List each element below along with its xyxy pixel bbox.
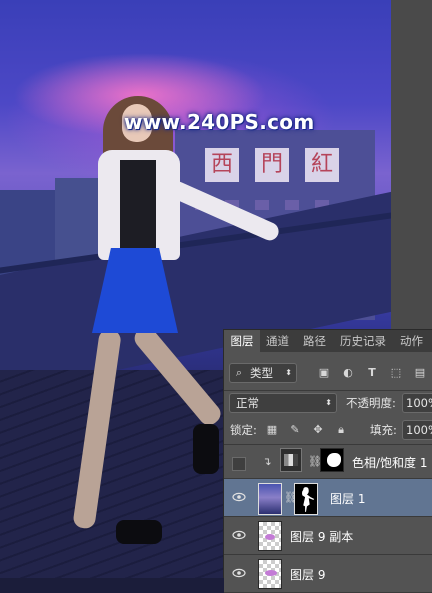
workspace-background [391,0,432,330]
layer-name: 图层 1 [330,492,366,506]
tab-paths[interactable]: 路径 [303,330,326,352]
sign-char: 西 [205,148,239,182]
clip-arrow-icon: ↴ [262,455,272,468]
filter-row: ⌕ 类型 ⬍ ▣ ◐ T ⬚ ▤ [224,363,432,385]
layer-row[interactable]: 图层 9 副本 [224,517,432,555]
shape-layer-filter-icon[interactable]: ⬚ [389,366,403,380]
hue-saturation-icon [280,448,302,472]
layer-name: 色相/饱和度 1 [352,456,428,470]
layer-mask-thumbnail [294,483,318,515]
blend-row: 正常 ⬍ 不透明度: 100% [224,393,432,415]
woman-shoe [193,424,219,474]
woman-top [120,160,156,250]
updown-arrows-icon: ⬍ [285,368,292,377]
tab-channels[interactable]: 通道 [266,330,289,352]
opacity-input[interactable]: 100% [402,393,432,413]
eye-icon[interactable] [232,491,246,503]
silhouette-icon [302,487,315,512]
tab-layers[interactable]: 图层 [224,330,260,352]
lock-transparent-pixels-icon[interactable]: ▦ [265,423,279,437]
sign-char: 門 [255,148,289,182]
layer-row[interactable]: ↴ ⛓︎ 色相/饱和度 1 [224,445,432,479]
watermark: www.240PS.com [124,110,315,134]
lock-image-pixels-icon[interactable]: ✎ [288,423,302,437]
sign-char: 紅 [305,148,339,182]
pixel-layer-filter-icon[interactable]: ▣ [317,366,331,380]
tab-history[interactable]: 历史记录 [340,330,386,352]
smart-object-filter-icon[interactable]: ▤ [413,366,427,380]
woman-shoe [116,520,162,544]
blend-mode-value: 正常 [236,396,259,410]
layer-mask-thumbnail [320,448,344,472]
filter-type-select[interactable]: ⌕ 类型 ⬍ [229,363,297,383]
layer-name: 图层 9 [290,568,326,582]
layer-thumbnail [258,559,282,589]
panel-tab-bar: 图层 通道 路径 历史记录 动作 [224,330,432,352]
eye-icon[interactable] [232,567,246,579]
eye-icon[interactable] [232,529,246,541]
layer-row[interactable]: 图层 9 [224,555,432,593]
tab-actions[interactable]: 动作 [400,330,423,352]
lock-position-icon[interactable]: ✥ [311,423,325,437]
fill-input[interactable]: 100% [402,420,432,440]
lock-all-icon[interactable]: 🔒︎ [334,423,348,437]
visibility-toggle-off[interactable] [232,457,246,471]
fill-label: 填充: [370,423,397,437]
layer-row[interactable]: ⛓︎ 图层 1 [224,479,432,517]
blend-mode-select[interactable]: 正常 ⬍ [229,393,337,413]
adjustment-layer-filter-icon[interactable]: ◐ [341,366,355,380]
layers-panel: 图层 通道 路径 历史记录 动作 ⌕ 类型 ⬍ ▣ ◐ T ⬚ ▤ 正常 ⬍ 不… [223,329,432,593]
layer-thumbnail [258,521,282,551]
layer-name: 图层 9 副本 [290,530,354,544]
search-icon: ⌕ [235,366,243,379]
updown-arrows-icon: ⬍ [325,398,332,407]
lock-row: 锁定: ▦ ✎ ✥ 🔒︎ 填充: 100% [224,420,432,442]
opacity-label: 不透明度: [346,396,396,410]
lock-label: 锁定: [230,423,257,437]
filter-type-value: 类型 [250,366,273,380]
layer-thumbnail [258,483,282,515]
type-layer-filter-icon[interactable]: T [365,366,379,380]
